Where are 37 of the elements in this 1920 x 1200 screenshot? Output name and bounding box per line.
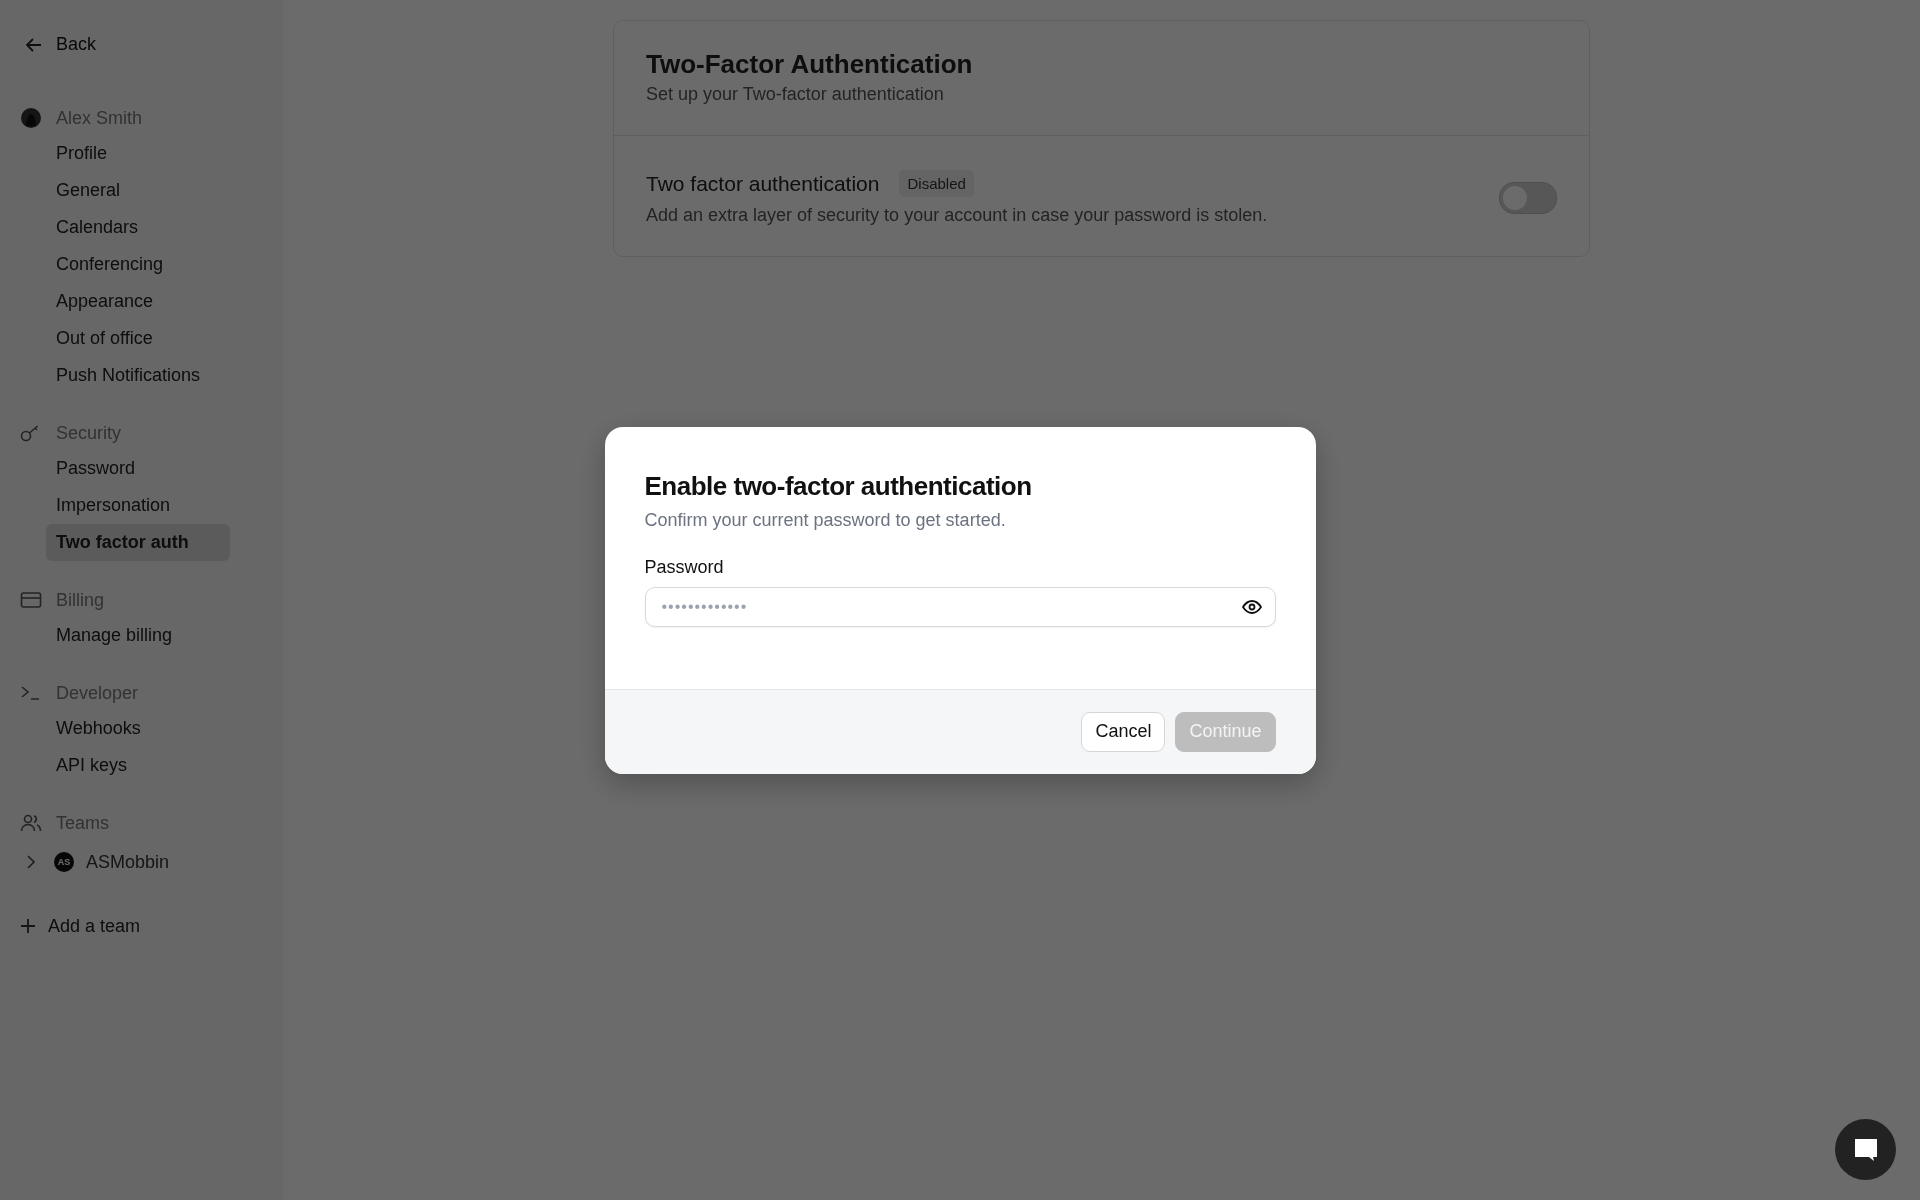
arrow-left-icon — [26, 37, 42, 52]
sidebar-item[interactable]: Profile — [46, 135, 230, 172]
sidebar-item[interactable]: Out of office — [46, 320, 230, 357]
chevron-right-icon[interactable] — [26, 855, 36, 869]
toggle-switch[interactable] — [1499, 182, 1557, 214]
sidebar-item[interactable]: Conferencing — [46, 246, 230, 283]
avatar-icon — [21, 108, 41, 128]
sidebar-item[interactable]: Impersonation — [46, 487, 230, 524]
eye-icon[interactable] — [1241, 599, 1262, 614]
sidebar-item[interactable]: Webhooks — [46, 710, 230, 747]
sidebar-item[interactable]: Password — [46, 450, 230, 487]
sidebar-item[interactable]: Manage billing — [46, 617, 230, 654]
sidebar-item[interactable]: Appearance — [46, 283, 230, 320]
team-name[interactable]: ASMobbin — [86, 851, 170, 873]
dialog-subtitle: Confirm your current password to get started. — [644, 509, 1007, 531]
dialog-title: Enable two-factor authentication — [644, 470, 1033, 502]
sidebar-item[interactable]: Push Notifications — [46, 357, 230, 394]
password-field[interactable]: ••••••••••••• — [644, 586, 1276, 627]
cancel-button[interactable]: Cancel — [1081, 711, 1166, 752]
sidebar-item[interactable]: API keys — [46, 747, 230, 784]
setting-label: Two factor authentication — [646, 171, 880, 196]
field-label: Password — [644, 556, 725, 578]
card-title: Two-Factor Authentication — [646, 48, 974, 80]
status-badge: Disabled — [899, 170, 974, 197]
credit-card-icon — [20, 591, 42, 609]
users-icon — [20, 813, 42, 833]
terminal-icon — [20, 684, 42, 702]
sidebar-item[interactable]: General — [46, 172, 230, 209]
chat-bubble-icon — [1852, 1136, 1879, 1163]
plus-icon — [20, 918, 36, 934]
setting-description: Add an extra layer of security to your account in case your password is stolen. — [646, 205, 1269, 226]
sidebar-item[interactable]: Two factor auth — [46, 524, 230, 561]
team-avatar: AS — [54, 852, 74, 872]
card-subtitle: Set up your Two-factor authentication — [646, 84, 945, 105]
back-button[interactable]: Back — [20, 28, 103, 61]
add-team-link[interactable]: Add a team — [20, 906, 271, 946]
sidebar-item[interactable]: Calendars — [46, 209, 230, 246]
